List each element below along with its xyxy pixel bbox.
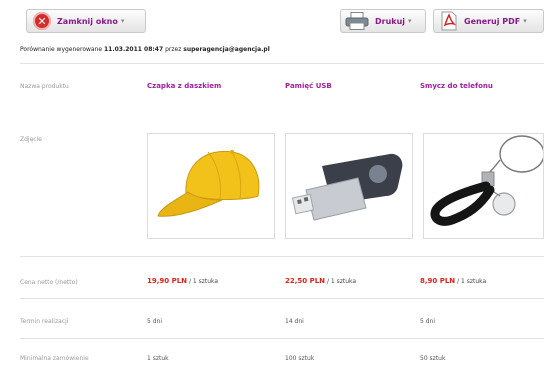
product-name-label: Nazwa produktu [20,83,69,90]
generate-pdf-button[interactable]: Generuj PDF ▾ [433,9,544,33]
photo-label: Zdjęcie [20,136,42,143]
toolbar: ✕ Zamknij okno ▾ Drukuj ▾ Generuj PDF ▾ [0,0,544,40]
generated-info: Porównanie wygenerowane 11.03.2011 08:47… [20,46,270,53]
divider [20,256,544,257]
generated-datetime: 11.03.2011 08:47 [104,46,164,53]
price-cell: 8,90 PLN / 1 sztuka [420,277,486,285]
product-name-link[interactable]: Czapka z daszkiem [147,82,221,90]
product-photo-usb[interactable] [285,133,413,239]
chevron-down-icon: ▾ [523,17,527,25]
close-window-label: Zamknij okno [57,16,118,26]
lead-time-value: 5 dni [147,318,163,325]
print-label: Drukuj [375,16,406,26]
price-value: 19,90 PLN [147,277,188,285]
min-order-value: 50 sztuk [420,355,446,362]
price-cell: 19,90 PLN / 1 sztuka [147,277,218,285]
min-order-label: Minimalna zamówienie [20,355,89,362]
generated-prefix: Porównanie wygenerowane [20,46,103,53]
min-order-value: 100 sztuk [285,355,315,362]
price-cell: 22,50 PLN / 1 sztuka [285,277,356,285]
min-order-value: 1 sztuk [147,355,169,362]
lead-time-label: Termin realizacji [20,318,69,325]
generate-pdf-label: Generuj PDF [464,16,521,26]
lead-time-value: 5 dni [420,318,436,325]
print-button[interactable]: Drukuj ▾ [340,9,426,33]
divider [20,63,544,64]
chevron-down-icon: ▾ [408,17,412,25]
price-unit: / 1 sztuka [188,278,219,285]
price-unit: / 1 sztuka [326,278,357,285]
usb-drive-icon [291,153,403,221]
close-window-button[interactable]: ✕ Zamknij okno ▾ [26,9,146,33]
chevron-down-icon: ▾ [120,17,125,25]
close-icon: ✕ [33,12,51,30]
divider [20,338,544,339]
divider [20,298,544,299]
lead-time-value: 14 dni [285,318,304,325]
product-name-link[interactable]: Smycz do telefonu [420,82,493,90]
lanyard-icon [430,135,543,226]
printer-icon [345,12,369,30]
product-name-link[interactable]: Pamięć USB [285,82,332,90]
price-label: Cena netto (/netto) [20,279,78,286]
price-unit: / 1 sztuka [457,278,487,285]
price-value: 8,90 PLN [420,277,456,285]
product-photo-lanyard[interactable] [423,133,544,239]
generated-mid: przez [165,46,182,53]
product-photo-cap[interactable] [147,133,275,239]
pdf-icon [440,11,458,31]
generated-email: superagencja@agencja.pl [183,46,270,53]
price-value: 22,50 PLN [285,277,326,285]
cap-icon [157,149,260,217]
